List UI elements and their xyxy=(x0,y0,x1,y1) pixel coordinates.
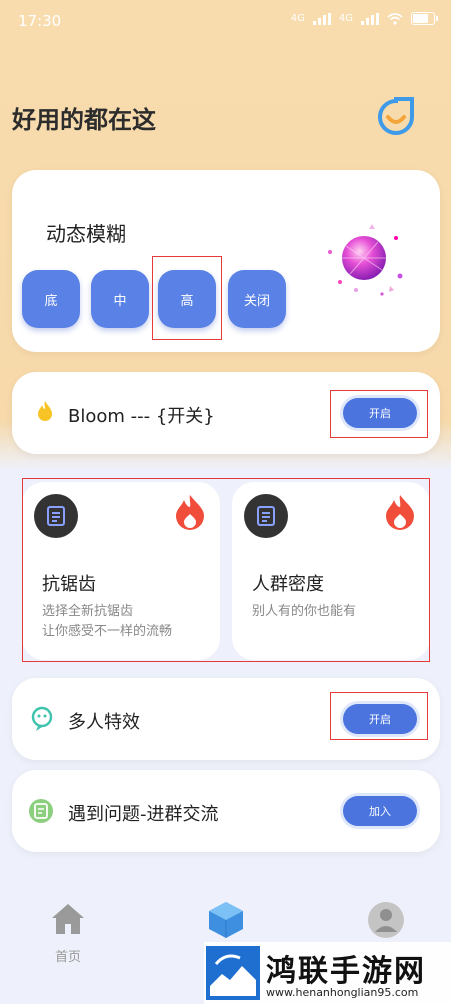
blur-level-low-button[interactable]: 底 xyxy=(22,270,80,328)
nav-home-label: 首页 xyxy=(54,950,81,965)
wifi-icon xyxy=(387,12,403,25)
multi-effects-label: 多人特效 xyxy=(68,712,140,733)
join-group-button[interactable]: 加入 xyxy=(343,796,417,826)
app-screen: 17:30 4G 4G 好用的都在这 动态模糊 底 中 高 关闭 Bloom -… xyxy=(0,0,451,1004)
nav-profile[interactable] xyxy=(356,900,416,944)
app-logo-icon[interactable] xyxy=(376,97,416,137)
watermark-url: www.henanhonglian95.com xyxy=(266,986,419,999)
watermark-logo xyxy=(206,946,260,1000)
status-time: 17:30 xyxy=(18,12,62,30)
status-icons: 4G 4G xyxy=(290,12,438,25)
cube-icon xyxy=(209,902,243,938)
battery-icon xyxy=(411,12,438,25)
group-icon xyxy=(29,799,53,823)
join-group-card: 遇到问题-进群交流 加入 xyxy=(12,770,440,852)
network-2-label: 4G xyxy=(338,13,353,24)
motion-blur-title: 动态模糊 xyxy=(46,222,126,246)
user-avatar-icon xyxy=(368,902,404,938)
highlight-frame-high xyxy=(152,256,222,340)
status-bar: 17:30 4G 4G xyxy=(0,0,451,40)
blur-off-button[interactable]: 关闭 xyxy=(228,270,286,328)
signal-icon-2 xyxy=(361,12,379,25)
join-group-label: 遇到问题-进群交流 xyxy=(68,804,219,825)
home-icon xyxy=(52,904,84,934)
highlight-frame-features xyxy=(22,478,430,662)
nav-features[interactable] xyxy=(196,900,256,944)
network-1-label: 4G xyxy=(290,13,305,24)
signal-icon xyxy=(312,12,331,25)
nav-home[interactable]: 首页 xyxy=(38,900,98,965)
flame-icon xyxy=(38,401,52,421)
watermark-text: 鸿联手游网 xyxy=(266,954,426,989)
disco-ball-illustration xyxy=(328,224,403,296)
page-title: 好用的都在这 xyxy=(12,106,156,134)
blur-level-mid-button[interactable]: 中 xyxy=(91,270,149,328)
chat-bot-icon xyxy=(31,706,53,731)
highlight-frame-multi xyxy=(330,692,428,740)
highlight-frame-bloom xyxy=(330,390,428,438)
bloom-label: Bloom --- {开关} xyxy=(68,406,215,427)
site-watermark: 鸿联手游网 www.henanhonglian95.com xyxy=(204,942,451,1004)
